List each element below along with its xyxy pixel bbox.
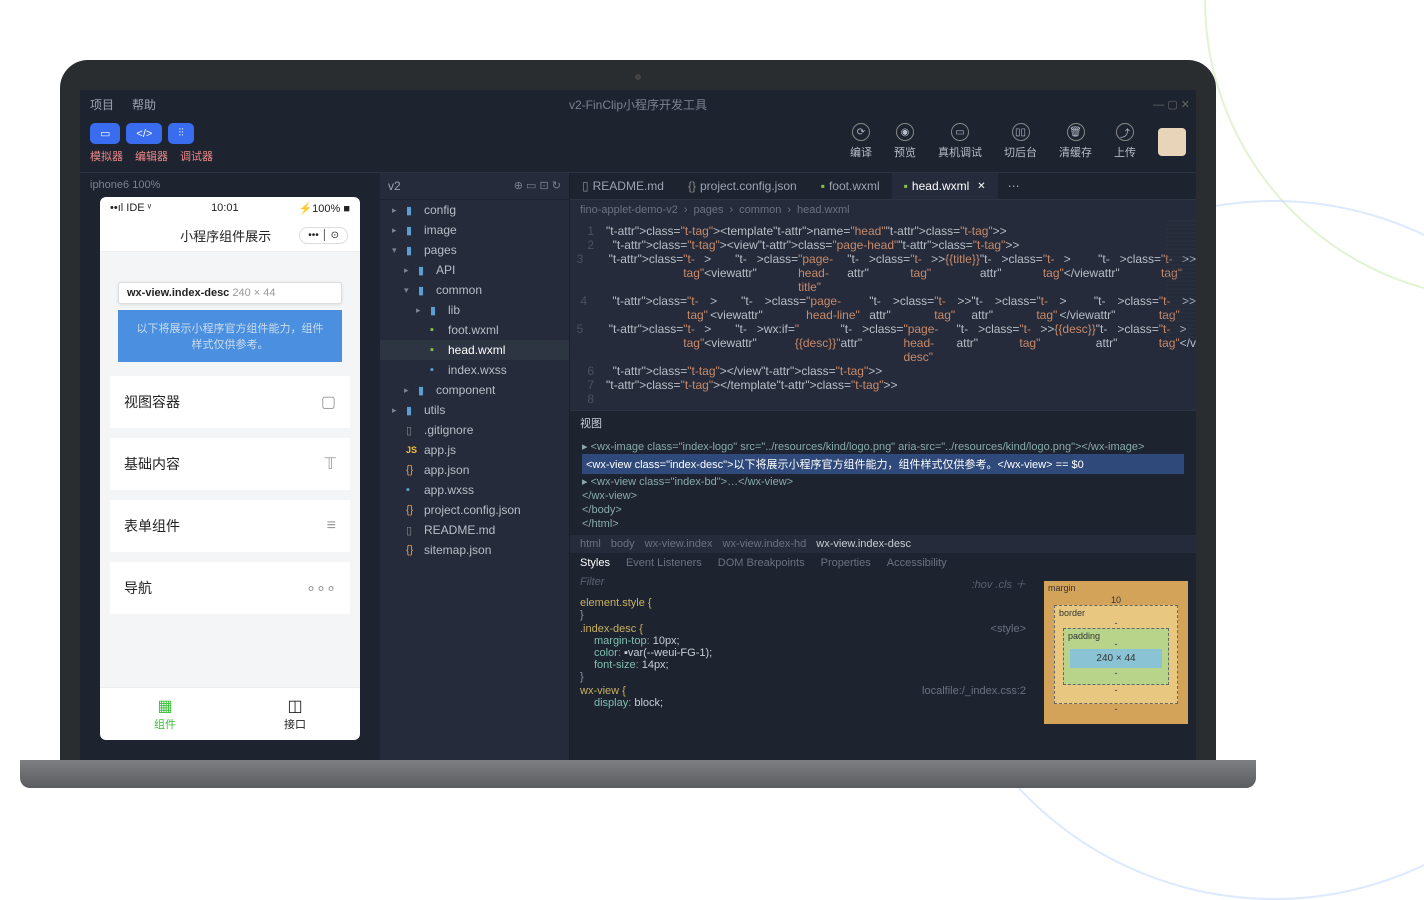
phone-simulator: ••ıl IDE ᵛ 10:01 ⚡100% ■ 小程序组件展示 ••• │ ⊙… [100,197,360,740]
file-explorer: v2 ⊕ ▭ ⊡ ↻ ▸▮config▸▮image▾▮pages▸▮API▾▮… [380,173,570,760]
app-window: v2-FinClip小程序开发工具 — ▢ ✕ 项目 帮助 ▭ </> ⫶⫶ 模… [80,90,1196,760]
tree-item[interactable]: ▾▮common [380,280,569,300]
list-item[interactable]: 基础内容𝕋 [110,438,350,490]
devtab-view[interactable]: 视图 [580,415,602,431]
list-item[interactable]: 视图容器▢ [110,376,350,428]
tree-item[interactable]: {}app.json [380,460,569,480]
avatar[interactable] [1158,128,1186,156]
tool-clear-cache[interactable]: 🗑清缓存 [1059,123,1092,160]
style-tabs[interactable]: Styles Event Listeners DOM Breakpoints Prop… [570,553,1196,573]
tree-actions[interactable]: ⊕ ▭ ⊡ ↻ [514,179,561,193]
status-signal: ••ıl IDE ᵛ [110,202,151,215]
mode-debugger-label: 调试器 [180,148,213,164]
editor-tab[interactable]: {} project.config.json [676,173,809,199]
tool-preview[interactable]: ◉预览 [894,123,916,160]
editor-tab[interactable]: ▪ head.wxml✕ [892,173,998,199]
menu-help[interactable]: 帮助 [132,96,156,113]
tree-item[interactable]: ▯.gitignore [380,420,569,440]
tab-components[interactable]: ▦组件 [100,688,230,740]
dom-breadcrumb[interactable]: htmlbodywx-view.indexwx-view.index-hdwx-… [570,535,1196,553]
mode-simulator-label: 模拟器 [90,148,123,164]
mode-editor-button[interactable]: </> [126,123,162,144]
capsule-button[interactable]: ••• │ ⊙ [299,227,348,244]
code-editor[interactable]: 1"t-attr">class="t-tag"><template "t-att… [570,220,1196,410]
style-tab[interactable]: Accessibility [887,557,947,569]
box-model: margin10 border- padding- 240 × 44 - - - [1036,573,1196,760]
editor-tab[interactable]: ▯ README.md [570,173,676,199]
list-item[interactable]: 表单组件≡ [110,500,350,552]
inspect-tooltip: wx-view.index-desc 240 × 44 [118,282,342,304]
editor-tab[interactable]: ▪ foot.wxml [809,173,892,199]
tree-item[interactable]: ▪index.wxss [380,360,569,380]
status-battery: ⚡100% ■ [298,202,350,215]
sim-device-label: iphone6 100% [80,173,380,197]
tool-compile[interactable]: ⟳编译 [850,123,872,160]
style-tab[interactable]: Styles [580,557,610,569]
tree-item[interactable]: ▸▮API [380,260,569,280]
tool-remote-debug[interactable]: ▭真机调试 [938,123,982,160]
list-item[interactable]: 导航∘∘∘ [110,562,350,614]
tree-item[interactable]: ▸▮utils [380,400,569,420]
tree-item[interactable]: ▪foot.wxml [380,320,569,340]
tab-more-icon[interactable]: ⋯ [998,173,1030,199]
tree-item[interactable]: ▸▮image [380,220,569,240]
tree-item[interactable]: {}project.config.json [380,500,569,520]
tab-api[interactable]: ◫接口 [230,688,360,740]
tree-item[interactable]: {}sitemap.json [380,540,569,560]
status-time: 10:01 [211,202,239,215]
tree-item[interactable]: ▪app.wxss [380,480,569,500]
laptop-frame: v2-FinClip小程序开发工具 — ▢ ✕ 项目 帮助 ▭ </> ⫶⫶ 模… [60,60,1216,788]
window-controls[interactable]: — ▢ ✕ [1153,98,1190,111]
tree-item[interactable]: ▾▮pages [380,240,569,260]
tree-item[interactable]: ▯README.md [380,520,569,540]
style-tab[interactable]: Properties [821,557,871,569]
menu-project[interactable]: 项目 [90,96,114,113]
mode-simulator-button[interactable]: ▭ [90,123,120,144]
tree-item[interactable]: ▪head.wxml [380,340,569,360]
tree-root[interactable]: v2 [388,179,401,193]
tree-item[interactable]: JSapp.js [380,440,569,460]
style-tab[interactable]: DOM Breakpoints [718,557,805,569]
tree-item[interactable]: ▸▮component [380,380,569,400]
tree-item[interactable]: ▸▮config [380,200,569,220]
style-rules[interactable]: Filter:hov .cls ＋ element.style { } <sty… [570,573,1036,760]
mode-debugger-button[interactable]: ⫶⫶ [168,123,194,144]
tree-item[interactable]: ▸▮lib [380,300,569,320]
minimap[interactable] [1166,220,1196,340]
highlighted-element[interactable]: 以下将展示小程序官方组件能力，组件样式仅供参考。 [118,310,342,362]
tool-background[interactable]: ▯▯切后台 [1004,123,1037,160]
style-tab[interactable]: Event Listeners [626,557,702,569]
editor-tabs: ▯ README.md{} project.config.json▪ foot.… [570,173,1196,200]
mode-editor-label: 编辑器 [135,148,168,164]
page-title: 小程序组件展示 [152,226,299,245]
dom-inspector[interactable]: ▸ <wx-image class="index-logo" src="../r… [570,435,1196,535]
tool-upload[interactable]: ⤴上传 [1114,123,1136,160]
breadcrumb[interactable]: fino-applet-demo-v2›pages›common›head.wx… [570,200,1196,220]
devtools-panel: 视图 ▸ <wx-image class="index-logo" src=".… [570,410,1196,760]
